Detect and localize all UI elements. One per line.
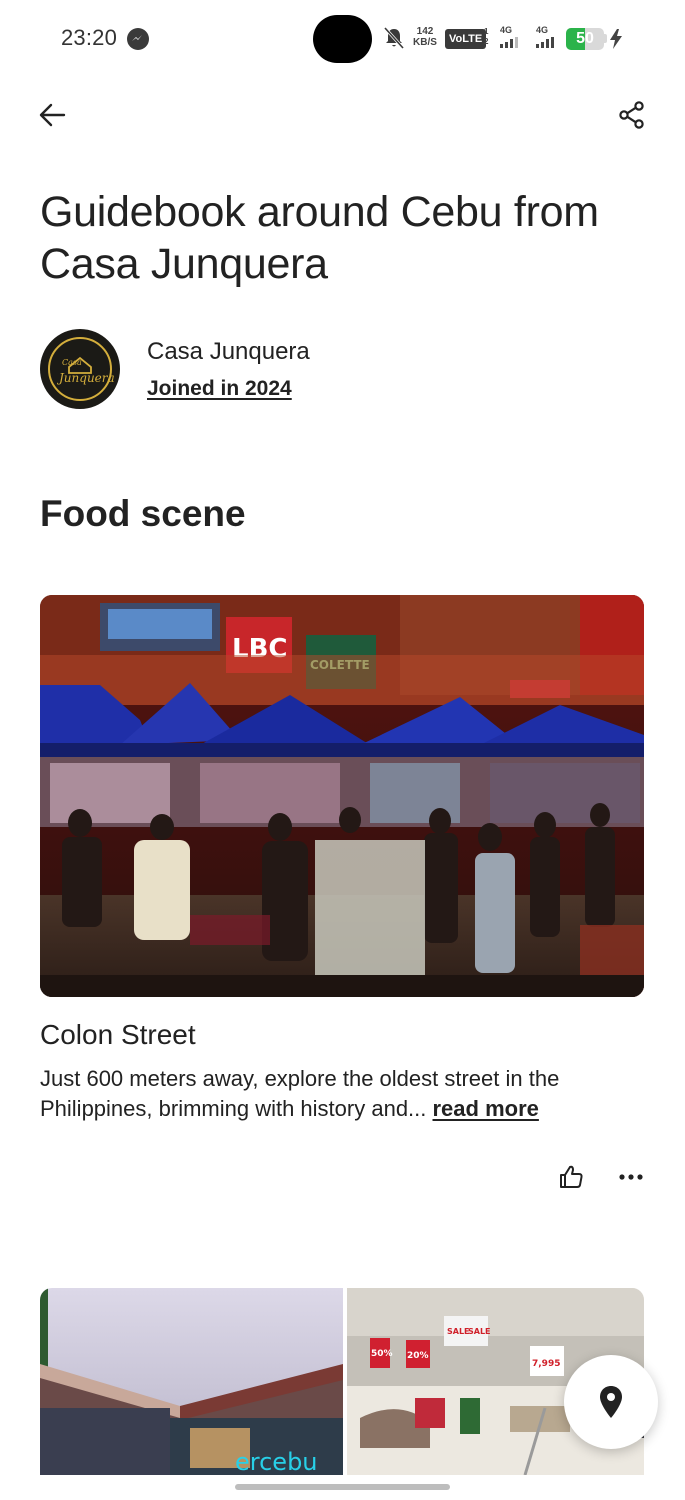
read-more-link[interactable]: read more — [433, 1096, 539, 1121]
sim-index-bottom: 2 — [484, 37, 489, 46]
host-logo-text-bottom: Junquera — [56, 371, 115, 385]
charging-icon — [610, 29, 622, 49]
guidebook-page: 23:20 142 KB/S VoLTE 1 2 4G 4G 50 Guideb… — [0, 0, 685, 1500]
battery-tip — [604, 34, 607, 43]
sim-index: 1 2 — [484, 27, 488, 47]
camera-cutout — [313, 15, 372, 63]
network-type-1: 4G — [500, 25, 513, 35]
more-button[interactable] — [617, 1163, 645, 1191]
sale-tag-4: 20% — [407, 1351, 429, 1361]
next-place-photos: ercebu SALE SALE 50% 20% 7,995 — [40, 1288, 644, 1475]
like-button[interactable] — [557, 1163, 585, 1191]
thumbs-up-icon — [560, 1165, 583, 1188]
night-market-photo: LBC COLETTE — [40, 595, 644, 997]
status-time: 23:20 — [61, 25, 118, 50]
host-avatar[interactable]: Casa Junquera — [40, 329, 120, 409]
place-name: Colon Street — [40, 1019, 196, 1050]
battery-indicator: 50 — [566, 28, 604, 50]
host-name: Casa Junquera — [147, 338, 310, 365]
mall-sign: ercebu — [235, 1448, 318, 1475]
map-pin-icon — [600, 1386, 622, 1418]
messenger-icon — [127, 28, 149, 50]
signal-icon — [536, 37, 556, 48]
next-place-card[interactable]: ercebu SALE SALE 50% 20% 7,995 — [40, 1288, 644, 1475]
share-button[interactable] — [617, 100, 647, 130]
host-logo: Casa Junquera — [48, 337, 115, 401]
place-image[interactable]: LBC COLETTE — [40, 595, 644, 997]
back-button[interactable] — [38, 101, 68, 129]
price-tag: 7,995 — [532, 1359, 560, 1369]
host-logo-text-top: Casa — [62, 358, 82, 367]
arrow-left-icon — [39, 103, 66, 127]
page-title: Guidebook around Cebu from Casa Junquera — [40, 188, 599, 288]
map-button[interactable] — [564, 1355, 658, 1449]
place-description: Just 600 meters away, explore the oldest… — [40, 1064, 640, 1124]
sale-tag-2: SALE — [468, 1327, 491, 1336]
host-joined-link[interactable]: Joined in 2024 — [147, 377, 292, 401]
more-horizontal-icon — [619, 1174, 643, 1180]
signal-icon — [500, 37, 520, 48]
share-icon — [619, 101, 644, 129]
battery-level: 50 — [576, 30, 594, 47]
bell-off-icon — [383, 26, 405, 50]
section-heading: Food scene — [40, 493, 246, 534]
network-speed: 142 KB/S — [410, 26, 440, 48]
sim-index-top: 1 — [484, 27, 489, 36]
network-speed-unit: KB/S — [413, 37, 437, 48]
sale-tag-3: 50% — [371, 1349, 393, 1359]
status-bar: 23:20 142 KB/S VoLTE 1 2 4G 4G 50 — [0, 0, 685, 78]
network-type-2: 4G — [536, 25, 549, 35]
home-indicator[interactable] — [235, 1484, 450, 1490]
volte-badge: VoLTE — [445, 29, 487, 49]
sale-tag-1: SALE — [447, 1327, 470, 1336]
network-speed-value: 142 — [416, 26, 434, 37]
